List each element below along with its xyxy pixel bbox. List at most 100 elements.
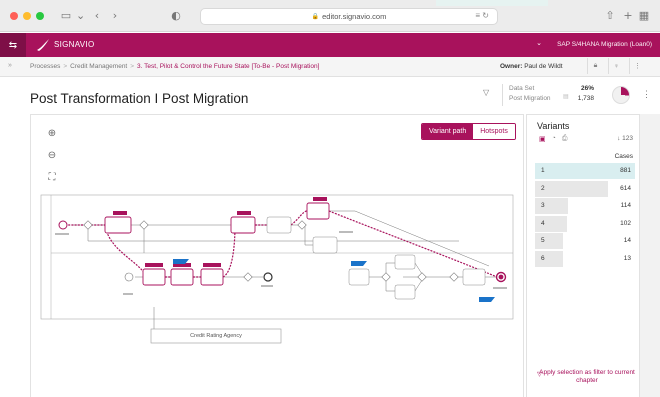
print-icon[interactable]: ⎙ (562, 135, 568, 143)
variant-number: 5 (541, 237, 545, 244)
zoom-tools: ⊕ ⊖ ⛶ (41, 125, 63, 187)
tab-highlight (436, 0, 548, 6)
variant-bar (535, 250, 563, 267)
breadcrumb-item-processes[interactable]: Processes (30, 63, 60, 70)
dataset-percent: 26% (580, 85, 594, 92)
filter-icon: ▽ (537, 371, 542, 378)
bpmn-diagram[interactable] (39, 191, 519, 351)
dataset-selector[interactable]: Data Set Post Migration ▤ 26% 1,738 (502, 84, 596, 106)
app-header: ⇆ SIGNAVIO ⌄ SAP S/4HANA Migration (Loan… (0, 33, 660, 57)
apply-filter-label: Apply selection as filter to current cha… (539, 369, 635, 384)
breadcrumb-separator: > (63, 63, 68, 70)
close-window-button[interactable] (10, 12, 18, 20)
variant-view-icons: ▣ ◔ ⎙ (539, 135, 567, 143)
breadcrumb-separator: > (130, 63, 135, 70)
breadcrumb: Processes > Credit Management > 3. Test,… (30, 63, 319, 70)
forward-icon[interactable]: › (110, 8, 120, 24)
workspace-selector[interactable]: SAP S/4HANA Migration (Loan0) (557, 41, 652, 48)
variant-number: 6 (541, 254, 545, 262)
cases-header: Cases (614, 153, 633, 160)
address-bar[interactable]: 🔒 editor.signavio.com ≡ ↻ (200, 8, 498, 25)
pie-chart-icon[interactable] (612, 86, 630, 104)
minimize-window-button[interactable] (23, 12, 31, 20)
apply-filter-button[interactable]: ▽ Apply selection as filter to current c… (537, 369, 637, 385)
owner-label: Owner: (500, 63, 523, 70)
view-toggle: Variant path Hotspots (421, 123, 516, 140)
hotspots-tab[interactable]: Hotspots (473, 124, 515, 139)
variant-row[interactable]: 2 614 (535, 180, 635, 197)
variant-bar (535, 180, 608, 197)
privacy-shield-icon[interactable]: ◐ (170, 8, 182, 24)
clock-icon[interactable]: ◔ (552, 135, 556, 143)
variants-title: Variants (537, 121, 570, 131)
list-view-icon[interactable]: ▣ (539, 135, 546, 143)
variant-row[interactable]: 6 13 (535, 250, 635, 267)
start-event (124, 272, 134, 282)
new-tab-icon[interactable]: + (622, 8, 634, 24)
variant-row[interactable]: 3 114 (535, 198, 635, 214)
breadcrumb-tools: 🔒︎ ♀ ⋮ (587, 58, 645, 74)
breadcrumb-bar: » Processes > Credit Management > 3. Tes… (0, 57, 660, 77)
end-event (263, 272, 273, 282)
variant-cases: 13 (623, 254, 631, 262)
variants-list: 1 881 2 614 3 114 4 102 5 14 6 13 (535, 163, 635, 268)
variant-path-tab[interactable]: Variant path (422, 124, 474, 139)
variant-cases: 14 (623, 237, 631, 244)
app-switcher-icon[interactable]: ⇆ (0, 33, 26, 57)
owner-info: Owner: Paul de Wildt (500, 63, 563, 70)
share-icon[interactable]: ⇧ (604, 8, 616, 24)
back-icon[interactable]: ‹ (92, 8, 102, 24)
variant-number: 4 (541, 219, 545, 227)
variant-bar (535, 198, 569, 214)
variant-bar (535, 215, 568, 232)
more-icon[interactable]: ⋮ (629, 58, 645, 74)
breadcrumb-current[interactable]: 3. Test, Pilot & Control the Future Stat… (137, 63, 319, 70)
right-gutter (640, 114, 660, 397)
variant-number: 2 (541, 184, 545, 192)
external-participant-label: Credit Rating Agency (190, 333, 242, 339)
bulb-icon[interactable]: ♀ (608, 58, 624, 74)
tab-overview-icon[interactable]: ▦ (638, 8, 650, 24)
variant-row[interactable]: 1 881 (535, 163, 635, 179)
variant-row[interactable]: 5 14 (535, 233, 635, 249)
variant-number: 1 (541, 167, 545, 174)
sidebar-icon[interactable]: ▭ (58, 8, 74, 24)
variant-bar (535, 233, 563, 249)
grid-icon: ▤ (563, 94, 569, 100)
pool (40, 194, 514, 320)
variant-cases: 881 (620, 167, 631, 174)
page-title: Post Transformation I Post Migration (30, 91, 249, 106)
reload-icon[interactable]: ↻ (482, 11, 489, 20)
lock-icon[interactable]: 🔒︎ (587, 58, 603, 74)
sort-icon: ↓ (617, 135, 621, 142)
url-text: editor.signavio.com (322, 12, 387, 21)
more-icon[interactable]: ⋮ (642, 89, 651, 100)
sort-control[interactable]: ↓ 123 (617, 135, 633, 142)
maximize-window-button[interactable] (36, 12, 44, 20)
variant-number: 3 (541, 202, 545, 209)
zoom-in-icon[interactable]: ⊕ (41, 125, 63, 143)
brand-name: SIGNAVIO (54, 40, 95, 49)
chevron-down-icon[interactable]: ⌄ (76, 8, 85, 24)
variant-cases: 102 (620, 219, 631, 227)
breadcrumb-item-credit-management[interactable]: Credit Management (70, 63, 127, 70)
process-canvas[interactable]: ⊕ ⊖ ⛶ Variant path Hotspots Credit Ratin… (30, 114, 524, 397)
expand-sidebar-icon[interactable]: » (8, 62, 12, 69)
lock-icon: 🔒 (311, 14, 320, 20)
browser-toolbar: ▭ ⌄ ‹ › ◐ 🔒 editor.signavio.com ≡ ↻ ⇧ + … (0, 0, 660, 32)
variants-panel: Variants ▣ ◔ ⎙ ↓ 123 Cases 1 881 2 614 3 114 4… (526, 114, 640, 397)
owner-name: Paul de Wildt (524, 63, 563, 70)
variant-cases: 614 (620, 184, 631, 192)
variant-row[interactable]: 4 102 (535, 215, 635, 232)
reader-icon[interactable]: ≡ (475, 11, 480, 20)
signavio-logo-icon (37, 39, 49, 51)
filter-icon[interactable]: ▽ (483, 88, 489, 97)
sort-value: 123 (622, 135, 633, 142)
fit-to-screen-icon[interactable]: ⛶ (41, 169, 63, 187)
zoom-out-icon[interactable]: ⊖ (41, 147, 63, 165)
tasks (142, 268, 224, 286)
variant-cases: 114 (620, 202, 631, 209)
dataset-count: 1,738 (577, 95, 594, 102)
chevron-down-icon[interactable]: ⌄ (536, 39, 542, 47)
window-controls[interactable] (10, 12, 44, 20)
